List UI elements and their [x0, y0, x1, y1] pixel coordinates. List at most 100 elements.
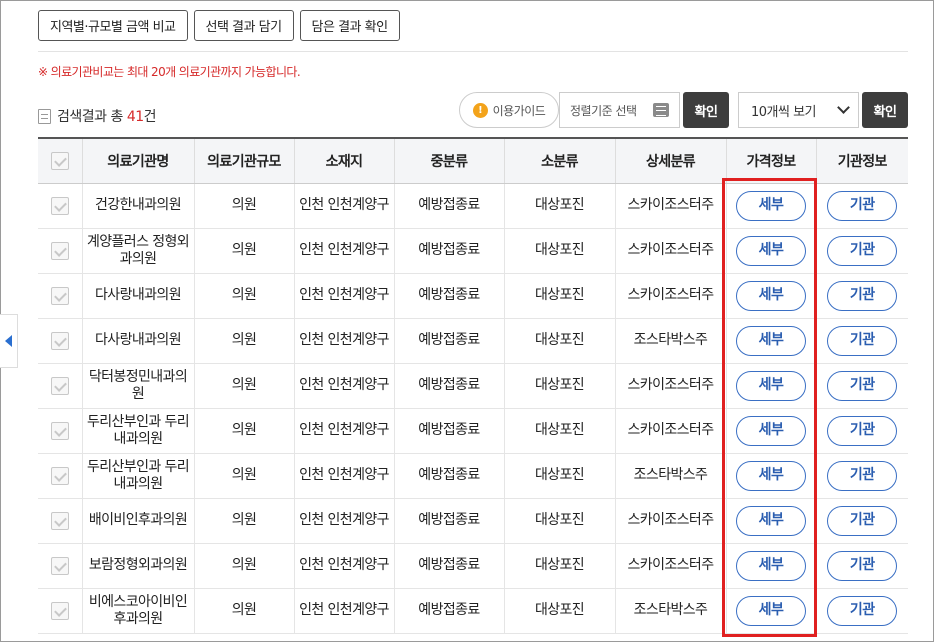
select-all-checkbox[interactable] [50, 151, 69, 170]
detail-category: 스카이조스터주 [615, 273, 727, 319]
price-info-cell: 세부 [726, 543, 817, 589]
row-checkbox[interactable] [50, 241, 69, 260]
row-checkbox[interactable] [50, 286, 69, 305]
mid-category: 예방접종료 [394, 408, 505, 454]
view-selection-button[interactable]: 담은 결과 확인 [299, 10, 400, 41]
institution-location: 인천 인천계양구 [294, 543, 395, 589]
per-page-confirm-button[interactable]: 확인 [862, 92, 908, 128]
institution-name: 두리산부인과 두리내과의원 [82, 408, 195, 454]
sub-category: 대상포진 [504, 408, 616, 454]
sub-category: 대상포진 [504, 318, 616, 364]
list-icon [653, 103, 669, 117]
institution-location: 인천 인천계양구 [294, 228, 395, 274]
institution-name: 비에스코아이비인후과의원 [82, 588, 195, 634]
row-select-cell [38, 228, 83, 274]
mid-category: 예방접종료 [394, 453, 505, 499]
institution-size: 의원 [194, 453, 295, 499]
row-select-cell [38, 588, 83, 634]
detail-category: 조스타박스주 [615, 318, 727, 364]
header-institution-info: 기관정보 [816, 138, 908, 184]
sort-placeholder: 정렬기준 선택 [570, 103, 637, 118]
header-location: 소재지 [294, 138, 395, 184]
price-detail-button[interactable]: 세부 [736, 595, 806, 626]
sub-category: 대상포진 [504, 363, 616, 409]
price-detail-button[interactable]: 세부 [736, 235, 806, 266]
mid-category: 예방접종료 [394, 543, 505, 589]
price-detail-button[interactable]: 세부 [736, 505, 806, 536]
detail-category: 스카이조스터주 [615, 183, 727, 229]
institution-location: 인천 인천계양구 [294, 318, 395, 364]
header-size: 의료기관규모 [194, 138, 295, 184]
institution-info-button[interactable]: 기관 [827, 550, 898, 581]
chevron-down-icon [837, 101, 850, 114]
price-info-cell: 세부 [726, 318, 817, 364]
institution-name: 계양플러스 정형외과의원 [82, 228, 195, 274]
mid-category: 예방접종료 [394, 183, 505, 229]
compare-button[interactable]: 지역별·규모별 금액 비교 [38, 10, 188, 41]
sort-confirm-button[interactable]: 확인 [683, 92, 729, 128]
institution-info-button[interactable]: 기관 [827, 325, 898, 356]
result-count: 검색결과 총 41건 [38, 106, 157, 126]
table-row: 계양플러스 정형외과의원 의원 인천 인천계양구 예방접종료 대상포진 스카이조스터주 세부… [38, 228, 908, 274]
price-detail-button[interactable]: 세부 [736, 325, 806, 356]
price-info-cell: 세부 [726, 453, 817, 499]
row-checkbox[interactable] [50, 466, 69, 485]
institution-info-cell: 기관 [816, 543, 908, 589]
row-checkbox[interactable] [50, 331, 69, 350]
usage-guide-button[interactable]: ! 이용가이드 [459, 92, 559, 128]
price-info-cell: 세부 [726, 228, 817, 274]
row-checkbox[interactable] [50, 601, 69, 620]
price-detail-button[interactable]: 세부 [736, 415, 806, 446]
add-selection-button[interactable]: 선택 결과 담기 [193, 10, 294, 41]
institution-size: 의원 [194, 363, 295, 409]
table-row: 두리산부인과 두리내과의원 의원 인천 인천계양구 예방접종료 대상포진 스카이조스터주 세… [38, 408, 908, 454]
per-page-select[interactable]: 10개씩 보기 [738, 92, 859, 128]
institution-info-button[interactable]: 기관 [827, 505, 898, 536]
row-checkbox[interactable] [50, 376, 69, 395]
price-info-cell: 세부 [726, 183, 817, 229]
price-info-cell: 세부 [726, 273, 817, 319]
header-name: 의료기관명 [82, 138, 195, 184]
price-detail-button[interactable]: 세부 [736, 460, 806, 491]
institution-name: 건강한내과의원 [82, 183, 195, 229]
institution-info-button[interactable]: 기관 [827, 280, 898, 311]
row-checkbox[interactable] [50, 511, 69, 530]
table-header: 의료기관명 의료기관규모 소재지 중분류 소분류 상세분류 가격정보 기관정보 [38, 138, 908, 184]
side-collapse-tab[interactable] [0, 314, 18, 368]
detail-category: 조스타박스주 [615, 588, 727, 634]
sort-select[interactable]: 정렬기준 선택 [559, 92, 680, 128]
sub-category: 대상포진 [504, 228, 616, 274]
row-checkbox[interactable] [50, 421, 69, 440]
info-icon: ! [472, 102, 488, 118]
top-toolbar: 지역별·규모별 금액 비교 선택 결과 담기 담은 결과 확인 [38, 10, 400, 41]
row-checkbox[interactable] [50, 196, 69, 215]
price-detail-button[interactable]: 세부 [736, 370, 806, 401]
price-detail-button[interactable]: 세부 [736, 190, 806, 221]
mid-category: 예방접종료 [394, 498, 505, 544]
row-checkbox[interactable] [50, 556, 69, 575]
mid-category: 예방접종료 [394, 273, 505, 319]
institution-info-button[interactable]: 기관 [827, 370, 898, 401]
row-select-cell [38, 543, 83, 589]
row-select-cell [38, 183, 83, 229]
institution-size: 의원 [194, 408, 295, 454]
institution-info-cell: 기관 [816, 228, 908, 274]
row-select-cell [38, 318, 83, 364]
price-detail-button[interactable]: 세부 [736, 280, 806, 311]
institution-info-button[interactable]: 기관 [827, 415, 898, 446]
table-row: 다사랑내과의원 의원 인천 인천계양구 예방접종료 대상포진 스카이조스터주 세부 기관 [38, 273, 908, 319]
detail-category: 스카이조스터주 [615, 408, 727, 454]
usage-guide-label: 이용가이드 [492, 103, 546, 118]
institution-name: 닥터봉정민내과의원 [82, 363, 195, 409]
price-info-cell: 세부 [726, 498, 817, 544]
institution-name: 다사랑내과의원 [82, 318, 195, 364]
institution-info-button[interactable]: 기관 [827, 595, 898, 626]
institution-size: 의원 [194, 588, 295, 634]
price-detail-button[interactable]: 세부 [736, 550, 806, 581]
institution-name: 보람정형외과의원 [82, 543, 195, 589]
row-select-cell [38, 408, 83, 454]
price-info-cell: 세부 [726, 588, 817, 634]
institution-info-button[interactable]: 기관 [827, 235, 898, 266]
institution-info-button[interactable]: 기관 [827, 460, 898, 491]
institution-info-button[interactable]: 기관 [827, 190, 898, 221]
